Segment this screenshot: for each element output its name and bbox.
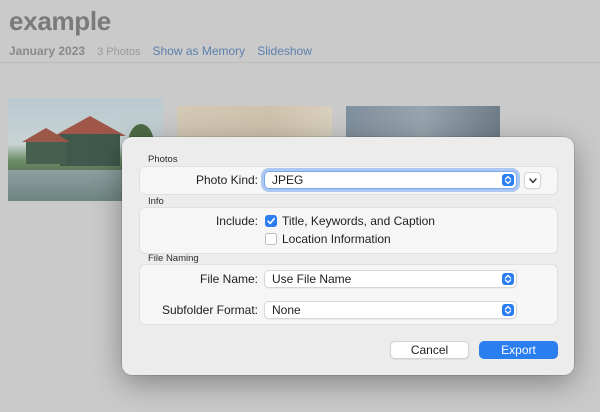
- subfolder-format-select[interactable]: None: [264, 301, 517, 319]
- subfolder-format-value: None: [272, 303, 301, 317]
- title-keywords-caption-checkbox[interactable]: [265, 215, 277, 227]
- up-down-chevron-icon: [502, 273, 514, 285]
- show-as-memory-link[interactable]: Show as Memory: [152, 44, 245, 58]
- location-information-label: Location Information: [282, 232, 391, 246]
- title-keywords-caption-label: Title, Keywords, and Caption: [282, 214, 435, 228]
- section-label-info: Info: [148, 196, 164, 207]
- location-information-checkbox[interactable]: [265, 233, 277, 245]
- photo-kind-select[interactable]: JPEG: [264, 171, 517, 189]
- cancel-button[interactable]: Cancel: [390, 341, 469, 359]
- options-disclosure-button[interactable]: [524, 172, 541, 189]
- photo-count: 3 Photos: [97, 46, 141, 58]
- thumbnail-roof: [22, 128, 70, 142]
- album-subheader: January 2023 3 Photos Show as Memory Sli…: [9, 44, 312, 58]
- photos-group: Photo Kind: JPEG: [139, 166, 558, 195]
- header-divider: [0, 62, 600, 63]
- photo-thumbnail[interactable]: [346, 106, 500, 138]
- slideshow-link[interactable]: Slideshow: [257, 44, 312, 58]
- export-dialog: Photos Photo Kind: JPEG Info Include: Ti…: [122, 137, 574, 375]
- photo-thumbnail[interactable]: [177, 106, 332, 138]
- subfolder-format-label: Subfolder Format:: [161, 303, 258, 317]
- info-group: Include: Title, Keywords, and Caption Lo…: [139, 207, 558, 254]
- photo-kind-label: Photo Kind:: [195, 173, 258, 187]
- up-down-chevron-icon: [502, 174, 514, 186]
- file-name-value: Use File Name: [272, 272, 352, 286]
- file-name-label: File Name:: [199, 272, 258, 286]
- checkmark-icon: [267, 217, 275, 225]
- section-label-file-naming: File Naming: [148, 253, 199, 264]
- album-title: example: [9, 6, 111, 36]
- thumbnail-house: [26, 142, 66, 164]
- photo-kind-value: JPEG: [272, 173, 304, 187]
- chevron-down-icon: [529, 178, 537, 184]
- export-button[interactable]: Export: [479, 341, 558, 359]
- file-name-select[interactable]: Use File Name: [264, 270, 517, 288]
- album-date: January 2023: [9, 44, 86, 58]
- up-down-chevron-icon: [502, 304, 514, 316]
- section-label-photos: Photos: [148, 154, 178, 165]
- file-naming-group: File Name: Use File Name Subfolder Forma…: [139, 264, 558, 325]
- include-label: Include:: [215, 214, 258, 228]
